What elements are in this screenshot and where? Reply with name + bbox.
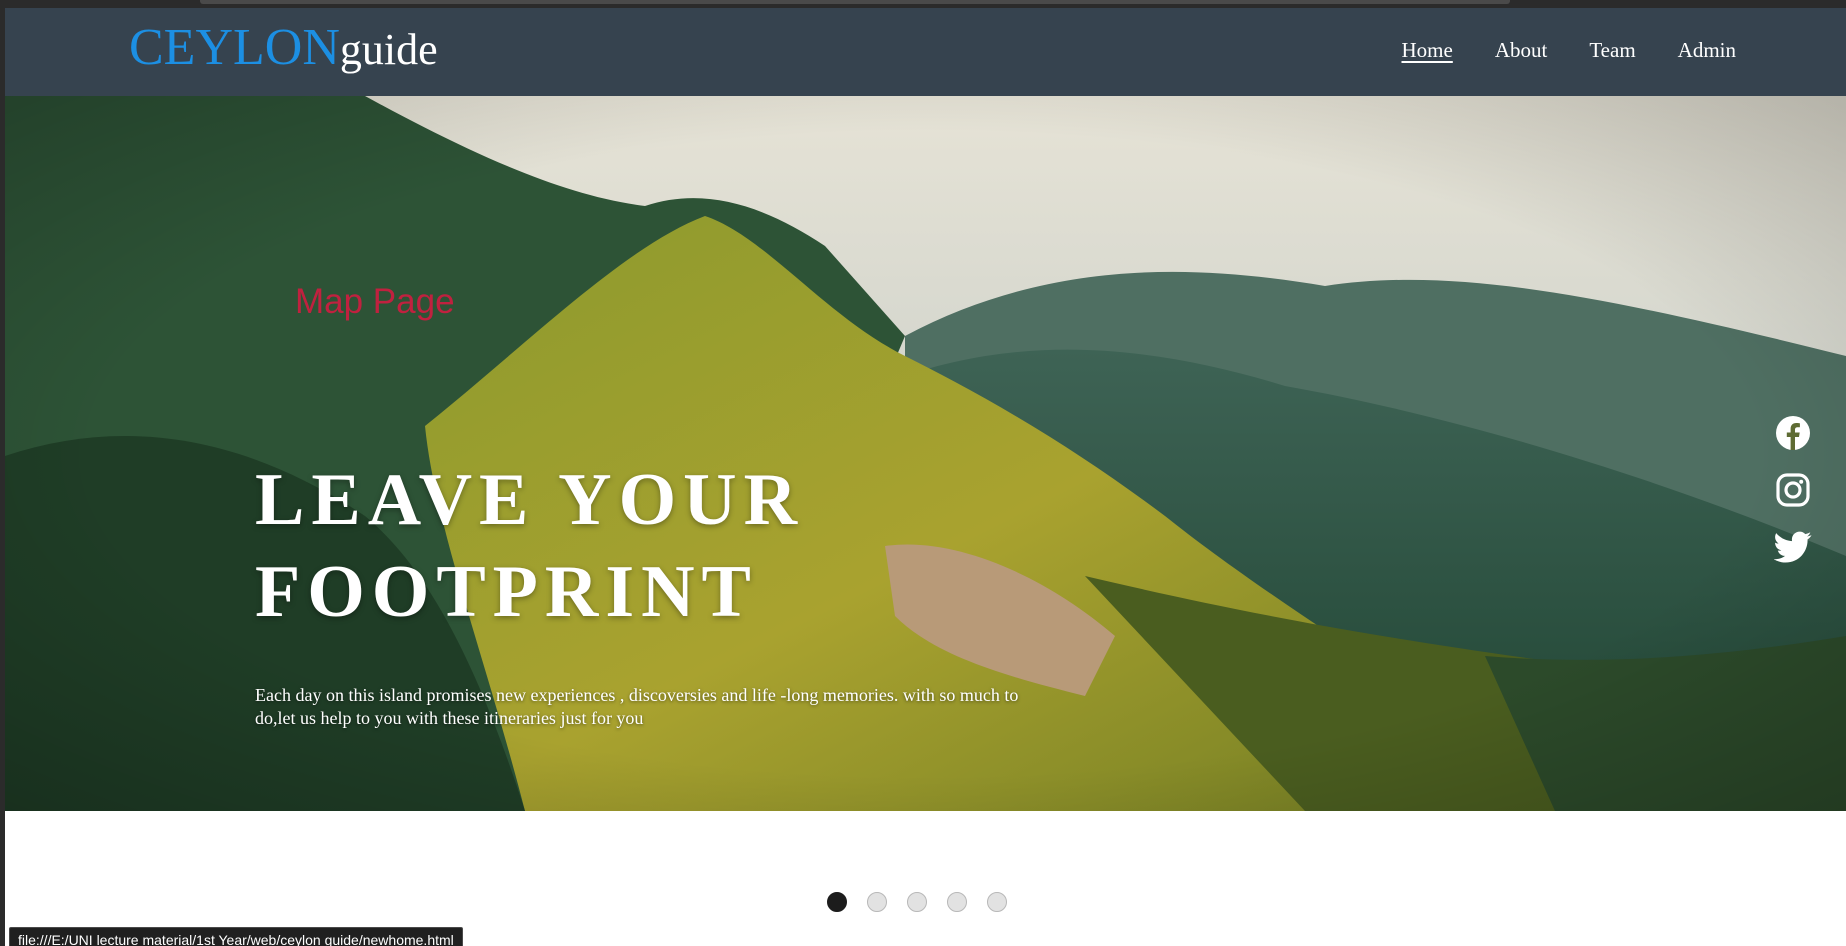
main-nav: Home About Team Admin [1401, 38, 1736, 63]
navbar: CEYLONguide Home About Team Admin [5, 8, 1846, 96]
nav-home-link[interactable]: Home [1401, 38, 1452, 63]
hero-headline: LEAVE YOUR FOOTPRINT [255, 454, 804, 638]
carousel-indicators [827, 892, 1007, 912]
hero-headline-line1: LEAVE YOUR [255, 459, 805, 541]
carousel-dot-3[interactable] [907, 892, 927, 912]
brand-name-part1: CEYLON [129, 19, 340, 76]
instagram-icon[interactable] [1774, 471, 1812, 509]
link-status-bar: file:///E:/UNI lecture material/1st Year… [9, 927, 463, 946]
brand-name-part2: guide [339, 25, 438, 74]
twitter-icon[interactable] [1774, 528, 1812, 566]
hero-headline-line2: FOOTPRINT [255, 551, 758, 633]
carousel-dot-1[interactable] [827, 892, 847, 912]
nav-admin-link[interactable]: Admin [1678, 38, 1736, 63]
brand-logo[interactable]: CEYLONguide [129, 22, 438, 74]
facebook-icon[interactable] [1774, 414, 1812, 452]
map-page-link[interactable]: Map Page [295, 282, 455, 322]
carousel-dot-4[interactable] [947, 892, 967, 912]
browser-top-strip [0, 0, 1846, 8]
carousel-dot-5[interactable] [987, 892, 1007, 912]
nav-team-link[interactable]: Team [1589, 38, 1635, 63]
hero-video: Map Page LEAVE YOUR FOOTPRINT Each day o… [5, 96, 1846, 811]
page-viewport: CEYLONguide Home About Team Admin Map Pa… [5, 8, 1846, 946]
carousel-dot-2[interactable] [867, 892, 887, 912]
nav-about-link[interactable]: About [1495, 38, 1548, 63]
hero-tagline: Each day on this island promises new exp… [255, 685, 1019, 728]
